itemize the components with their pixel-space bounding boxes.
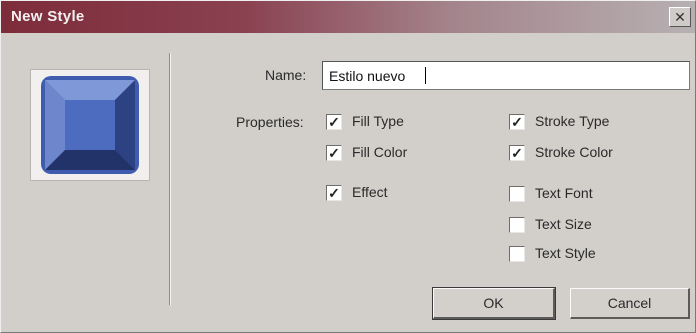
stroke-color-check-icon[interactable]: ✓	[509, 145, 525, 161]
fill-type-label: Fill Type	[352, 113, 404, 129]
vertical-divider	[169, 53, 171, 305]
effect-check-icon[interactable]: ✓	[326, 185, 342, 201]
text-font-checkbox[interactable]	[509, 186, 525, 202]
text-style-label: Text Style	[535, 245, 596, 261]
stroke-type-label: Stroke Type	[535, 113, 610, 129]
close-icon: ✕	[674, 9, 686, 25]
stroke-color-label: Stroke Color	[535, 144, 613, 160]
text-font-label: Text Font	[535, 185, 593, 201]
name-input[interactable]	[322, 61, 690, 90]
fill-color-check-icon[interactable]: ✓	[326, 145, 342, 161]
title-bar[interactable]: New Style ✕	[1, 1, 695, 33]
close-button[interactable]: ✕	[669, 7, 691, 27]
new-style-dialog: New Style ✕ Name: Properties: ✓ Fill Typ…	[0, 0, 696, 333]
cancel-button[interactable]: Cancel	[570, 288, 690, 319]
stroke-type-check-icon[interactable]: ✓	[509, 114, 525, 130]
properties-label: Properties:	[236, 114, 304, 130]
fill-type-check-icon[interactable]: ✓	[326, 114, 342, 130]
ok-button[interactable]: OK	[432, 287, 556, 320]
text-size-checkbox[interactable]	[509, 217, 525, 233]
text-style-checkbox[interactable]	[509, 246, 525, 262]
effect-label: Effect	[352, 184, 388, 200]
name-label: Name:	[265, 67, 307, 83]
text-size-label: Text Size	[535, 216, 592, 232]
fill-color-label: Fill Color	[352, 144, 408, 160]
bevel-square-icon	[41, 76, 139, 174]
window-title: New Style	[11, 8, 85, 25]
text-cursor	[425, 67, 426, 84]
style-preview	[30, 69, 150, 181]
